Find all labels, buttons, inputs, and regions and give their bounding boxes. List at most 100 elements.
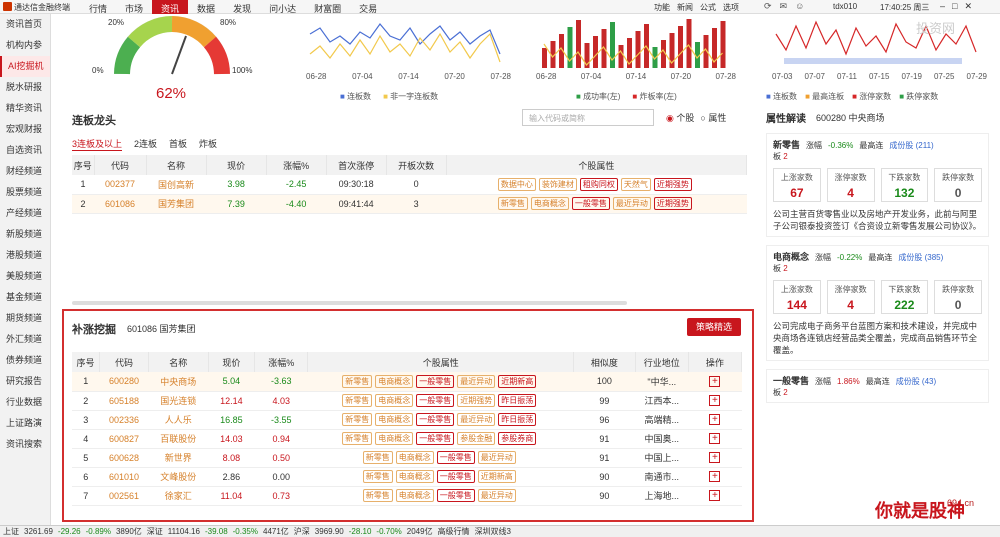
sidebar-item-8[interactable]: 股票频道 [0,182,50,203]
sidebar-item-11[interactable]: 港股频道 [0,245,50,266]
col-header[interactable]: 代码 [99,352,149,372]
tag[interactable]: 近期强势 [653,177,692,191]
account-label[interactable]: tdx010 [833,2,857,11]
menu-item-6[interactable]: 财富圈 [305,0,350,14]
table-row[interactable]: 6 601010 文峰股份 2.86 0.00 新零售 电商概念 一般零售 近期新高 90 南通市.… [72,467,742,487]
tag[interactable]: 最近异动 [612,197,651,210]
col-header[interactable]: 个股属性 [446,155,748,175]
search-input[interactable]: 输入代码或简称 [522,109,654,126]
tab-2[interactable]: 首板 [169,137,187,151]
radio-stock[interactable]: ◉ 个股 [666,111,694,124]
right-menu-item-3[interactable]: 选项 [723,2,739,13]
col-header[interactable]: 序号 [72,155,95,175]
sidebar-item-5[interactable]: 宏观财报 [0,119,50,140]
table-row[interactable]: 2 601086 国芳集团 7.39 -4.40 09:41:44 3 新零售 电商概念 一般零售… [72,194,747,214]
tag[interactable]: 近期强势 [457,394,496,407]
tag[interactable]: 数据中心 [497,177,536,191]
tag[interactable]: 天然气 [620,177,651,191]
tag[interactable]: 新零售 [362,489,393,502]
add-button[interactable]: + [688,391,742,411]
menu-item-5[interactable]: 问小达 [260,0,305,14]
col-header[interactable]: 个股属性 [307,352,575,372]
sidebar-item-15[interactable]: 外汇频道 [0,329,50,350]
tag[interactable]: 一般零售 [436,470,475,483]
tag[interactable]: 电商概念 [375,432,414,445]
col-header[interactable]: 行业地位 [635,352,689,372]
tag[interactable]: 新零售 [362,451,393,464]
tag[interactable]: 电商概念 [375,413,414,426]
table-row[interactable]: 1 002377 国创高新 3.98 -2.45 09:30:18 0 数据中心 装饰建材 租购同… [72,175,747,195]
sidebar-item-9[interactable]: 产经频道 [0,203,50,224]
constituent-link[interactable]: 成份股 (211) [889,140,933,151]
strategy-button[interactable]: 策略精选 [687,318,741,336]
tag[interactable]: 一般零售 [436,489,475,502]
tag[interactable]: 装饰建材 [538,177,577,191]
table-row[interactable]: 5 600628 新世界 8.08 0.50 新零售 电商概念 一般零售 最近异动 91 中国上..… [72,448,742,468]
tag[interactable]: 新零售 [342,374,373,388]
tag[interactable]: 一般零售 [416,374,455,388]
sidebar-item-14[interactable]: 期货频道 [0,308,50,329]
tag[interactable]: 新零售 [342,394,373,407]
tag[interactable]: 新零售 [497,197,528,210]
right-menu-item-0[interactable]: 功能 [654,2,670,13]
tag[interactable]: 电商概念 [530,197,569,210]
sidebar-item-0[interactable]: 资讯首页 [0,14,50,35]
table-row[interactable]: 4 600827 百联股份 14.03 0.94 新零售 电商概念 一般零售 参股金融 参股券商 9… [72,429,742,449]
menu-item-0[interactable]: 行情 [80,0,116,14]
tag[interactable]: 一般零售 [416,394,455,407]
concept-name[interactable]: 新零售 [773,138,800,151]
add-button[interactable]: + [688,467,742,487]
tag[interactable]: 昨日振荡 [498,413,537,426]
tag[interactable]: 新零售 [342,432,373,445]
col-header[interactable]: 涨幅% [266,155,327,175]
close-icon[interactable]: ✕ [964,1,972,12]
sidebar-item-10[interactable]: 新股频道 [0,224,50,245]
sidebar-item-17[interactable]: 研究报告 [0,371,50,392]
plus-icon[interactable]: + [709,452,721,463]
sidebar-item-16[interactable]: 债券频道 [0,350,50,371]
tag[interactable]: 电商概念 [395,451,434,464]
tag[interactable]: 近期新高 [498,374,537,388]
plus-icon[interactable]: + [709,375,721,387]
plus-icon[interactable]: + [709,490,721,501]
tag[interactable]: 一般零售 [416,413,455,426]
minimize-icon[interactable]: – [940,1,945,12]
sidebar-item-20[interactable]: 资讯搜索 [0,434,50,455]
sidebar-item-1[interactable]: 机构内参 [0,35,50,56]
table-row[interactable]: 7 002561 徐家汇 11.04 0.73 新零售 电商概念 一般零售 最近异动 90 上海地.… [72,486,742,506]
menu-item-4[interactable]: 发现 [224,0,260,14]
sidebar-item-7[interactable]: 财经频道 [0,161,50,182]
menu-item-2[interactable]: 资讯 [152,0,189,14]
sidebar-item-2[interactable]: AI挖掘机 [0,56,50,77]
radio-attr[interactable]: ○ 属性 [700,111,726,124]
plus-icon[interactable]: + [709,433,721,444]
tag[interactable]: 一般零售 [571,197,610,210]
tag[interactable]: 新零售 [342,413,373,426]
constituent-link[interactable]: 成份股 (385) [898,252,943,263]
refresh-icon[interactable]: ⟳ [764,1,772,12]
col-header[interactable]: 代码 [94,155,147,175]
add-button[interactable]: + [688,486,742,506]
tag[interactable]: 电商概念 [375,394,414,407]
right-menu-item-1[interactable]: 新闻 [677,2,693,13]
add-button[interactable]: + [688,410,742,430]
right-menu-item-2[interactable]: 公式 [700,2,716,13]
col-header[interactable]: 现价 [206,155,267,175]
user-icon[interactable]: ☺ [795,1,804,12]
tag[interactable]: 电商概念 [395,489,434,502]
tag[interactable]: 新零售 [362,470,393,483]
col-header[interactable]: 现价 [208,352,256,372]
col-header[interactable]: 序号 [72,352,101,372]
tag[interactable]: 最近异动 [477,451,516,464]
sidebar-item-19[interactable]: 上证路演 [0,413,50,434]
add-button[interactable]: + [688,448,742,468]
tab-1[interactable]: 2连板 [134,137,157,151]
tag[interactable]: 近期强势 [653,197,692,210]
col-header[interactable]: 相似度 [573,352,636,372]
tag[interactable]: 参股券商 [498,432,537,445]
tag[interactable]: 最近异动 [457,413,496,426]
tag[interactable]: 租购同权 [579,177,618,191]
col-header[interactable]: 首次涨停 [326,155,387,175]
plus-icon[interactable]: + [709,395,721,406]
sidebar-item-4[interactable]: 精华资讯 [0,98,50,119]
